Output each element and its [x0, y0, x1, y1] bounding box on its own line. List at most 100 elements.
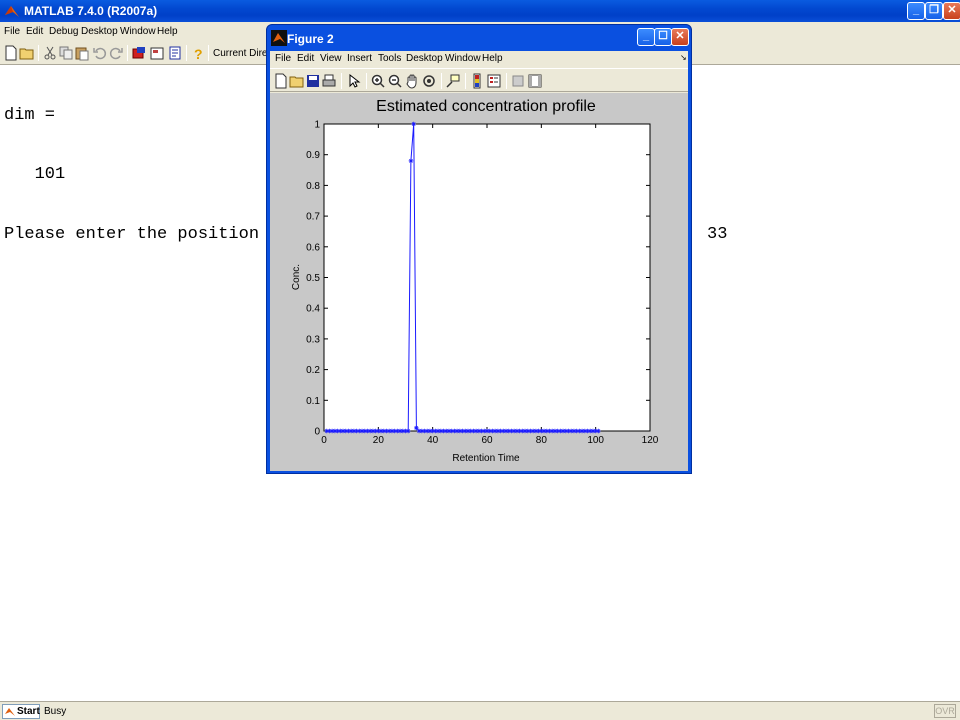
figure-menubar: File Edit View Insert Tools Desktop Wind…: [270, 51, 688, 67]
line-chart[interactable]: Estimated concentration profile 0 20 40 60 8…: [270, 93, 688, 471]
fig-menu-window[interactable]: Window: [445, 53, 481, 64]
ovr-indicator: OVR: [934, 704, 956, 718]
fig-menu-view[interactable]: View: [320, 53, 342, 64]
x-tick-label: 60: [481, 435, 493, 446]
x-tick-label: 40: [427, 435, 439, 446]
new-file-icon[interactable]: [3, 45, 19, 61]
y-tick-label: 0.9: [306, 150, 320, 161]
open-folder-icon[interactable]: [19, 45, 35, 61]
zoom-out-icon[interactable]: [387, 73, 403, 89]
toolbar-separator: [441, 73, 442, 89]
y-tick-label: 0.6: [306, 242, 320, 253]
figure-close-button[interactable]: ✕: [671, 28, 689, 46]
y-tick-label: 1: [314, 120, 320, 131]
figure-toolbar: [270, 68, 688, 92]
start-button[interactable]: Start: [2, 704, 40, 719]
x-tick-label: 80: [536, 435, 548, 446]
toolbar-separator: [208, 45, 209, 61]
figure-minimize-button[interactable]: _: [637, 28, 655, 46]
data-cursor-icon[interactable]: [445, 73, 461, 89]
toolbar-separator: [341, 73, 342, 89]
menu-window[interactable]: Window: [120, 26, 156, 37]
legend-icon[interactable]: [486, 73, 502, 89]
fig-menu-insert[interactable]: Insert: [347, 53, 372, 64]
fig-menu-help[interactable]: Help: [482, 53, 503, 64]
toolbar-separator: [465, 73, 466, 89]
command-output-line: dim =: [4, 106, 56, 125]
toolbar-separator: [506, 73, 507, 89]
copy-icon[interactable]: [58, 45, 74, 61]
save-icon[interactable]: [305, 73, 321, 89]
simulink-icon[interactable]: [131, 45, 147, 61]
fig-menu-edit[interactable]: Edit: [297, 53, 314, 64]
matlab-titlebar: MATLAB 7.4.0 (R2007a) _ ❐ ✕: [0, 0, 960, 22]
figure-client: File Edit View Insert Tools Desktop Wind…: [270, 51, 688, 471]
fig-menu-tools[interactable]: Tools: [378, 53, 401, 64]
close-button[interactable]: ✕: [943, 2, 960, 20]
toolbar-separator: [366, 73, 367, 89]
figure-maximize-button[interactable]: ☐: [654, 28, 672, 46]
y-tick-label: 0.8: [306, 181, 320, 192]
command-prompt-line: Please enter the position: [4, 225, 260, 244]
toolbar-separator: [38, 45, 39, 61]
status-bar: Start Busy OVR: [0, 701, 960, 720]
figure-title: Figure 2: [287, 32, 334, 46]
data-point-marker: [596, 428, 601, 434]
fig-menu-file[interactable]: File: [275, 53, 291, 64]
command-output-line: 101: [4, 165, 66, 184]
y-tick-label: 0.5: [306, 273, 320, 284]
fig-menu-desktop[interactable]: Desktop: [406, 53, 443, 64]
print-icon[interactable]: [321, 73, 337, 89]
y-tick-label: 0.3: [306, 334, 320, 345]
window-title: MATLAB 7.4.0 (R2007a): [24, 4, 158, 18]
y-axis-label: Conc.: [291, 264, 302, 290]
show-plot-tools-icon[interactable]: [527, 73, 543, 89]
x-tick-label: 120: [642, 435, 659, 446]
x-tick-label: 100: [587, 435, 604, 446]
new-figure-icon[interactable]: [273, 73, 289, 89]
data-point-marker: [405, 428, 411, 434]
y-tick-label: 0.2: [306, 365, 320, 376]
undo-icon[interactable]: [92, 45, 108, 61]
zoom-in-icon[interactable]: [370, 73, 386, 89]
redo-icon[interactable]: [108, 45, 124, 61]
y-tick-label: 0.7: [306, 212, 320, 223]
toolbar-separator: [127, 45, 128, 61]
minimize-button[interactable]: _: [907, 2, 925, 20]
restore-button[interactable]: ❐: [925, 2, 943, 20]
status-text: Busy: [44, 706, 67, 717]
pan-hand-icon[interactable]: [404, 73, 420, 89]
x-tick-label: 20: [373, 435, 385, 446]
toolbar-separator: [186, 45, 187, 61]
menu-edit[interactable]: Edit: [26, 26, 43, 37]
y-tick-label: 0.4: [306, 304, 320, 315]
figure-titlebar: Figure 2 _ ☐ ✕: [267, 25, 691, 51]
edit-plot-arrow-icon[interactable]: [346, 73, 362, 89]
start-button-label: Start: [17, 706, 40, 717]
matlab-logo-icon: [271, 30, 287, 46]
x-axis-label: Retention Time: [452, 453, 520, 464]
open-file-icon[interactable]: [289, 73, 305, 89]
profiler-icon[interactable]: [167, 45, 183, 61]
menu-help[interactable]: Help: [157, 26, 178, 37]
hide-plot-tools-icon[interactable]: [510, 73, 526, 89]
help-icon[interactable]: ?: [190, 45, 206, 61]
cut-icon[interactable]: [42, 45, 58, 61]
y-tick-label: 0.1: [306, 396, 320, 407]
matlab-logo-icon: [5, 708, 15, 716]
menu-desktop[interactable]: Desktop: [81, 26, 118, 37]
guide-icon[interactable]: [149, 45, 165, 61]
y-tick-label: 0: [314, 427, 320, 438]
figure-window[interactable]: Figure 2 _ ☐ ✕ File Edit View Insert Too…: [266, 24, 692, 474]
menu-file[interactable]: File: [4, 26, 20, 37]
x-tick-label: 0: [321, 435, 327, 446]
figure-canvas[interactable]: Estimated concentration profile 0 20 40 60 8…: [270, 93, 688, 471]
rotate-3d-icon[interactable]: [421, 73, 437, 89]
svg-text:?: ?: [194, 46, 203, 61]
dock-arrow-icon[interactable]: ↘: [680, 53, 687, 62]
matlab-logo-icon: [5, 6, 19, 17]
plot-area[interactable]: [323, 123, 651, 432]
colorbar-icon[interactable]: [469, 73, 485, 89]
paste-icon[interactable]: [74, 45, 90, 61]
menu-debug[interactable]: Debug: [49, 26, 78, 37]
